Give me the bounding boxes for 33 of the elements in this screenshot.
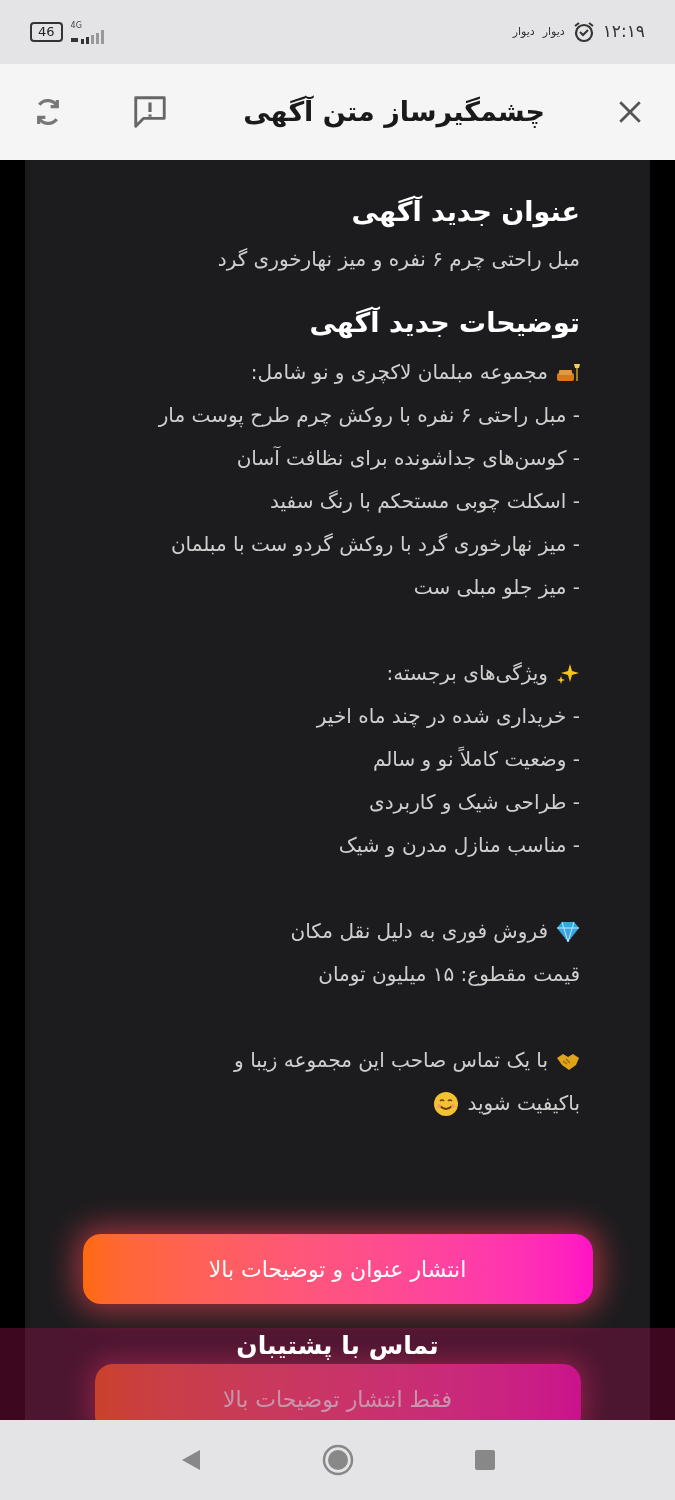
battery-indicator: 46 bbox=[30, 22, 63, 42]
description-line: - میز جلو مبلی ست bbox=[412, 574, 580, 601]
description-line: - طراحی شیک و کاربردی bbox=[368, 789, 580, 816]
description-line: مجموعه مبلمان لاکچری و نو شامل: bbox=[250, 359, 548, 386]
description-line: فروش فوری به دلیل نقل مکان bbox=[290, 918, 548, 945]
network-label: 4G bbox=[70, 20, 82, 30]
description-line: با یک تماس صاحب این مجموعه زیبا و bbox=[234, 1047, 548, 1074]
notification-label: دیوار bbox=[512, 23, 535, 40]
description-line: - مبل راحتی ۶ نفره با روکش چرم طرح پوست مار bbox=[157, 402, 580, 430]
alarm-icon bbox=[572, 21, 595, 43]
section-heading: عنوان جدید آگهی bbox=[350, 194, 580, 230]
gem-icon bbox=[556, 920, 580, 943]
recents-button[interactable] bbox=[473, 1449, 496, 1471]
publish-both-button[interactable]: انتشار عنوان و توضیحات بالا bbox=[82, 1234, 593, 1304]
publish-description-button[interactable]: فقط انتشار توضیحات بالا bbox=[94, 1364, 581, 1420]
page-title: چشمگیرساز متن آگهی bbox=[242, 94, 546, 130]
description-line: - وضعیت کاملاً نو و سالم bbox=[371, 745, 580, 773]
description-line: - مناسب منازل مدرن و شیک bbox=[337, 832, 580, 859]
description-line: قیمت مقطوع: ۱۵ میلیون تومان bbox=[317, 961, 580, 988]
home-button[interactable] bbox=[321, 1444, 354, 1476]
section-heading: توضیحات جدید آگهی bbox=[308, 305, 580, 341]
description-line: - خریداری شده در چند ماه اخیر bbox=[315, 703, 580, 730]
description-line: ویژگی‌های برجسته: bbox=[386, 660, 548, 687]
description-line: باکیفیت شوید bbox=[467, 1090, 580, 1117]
description-line: - میز نهارخوری گرد با روکش گردو ست با مبلمان bbox=[169, 531, 580, 558]
description-line: - اسکلت چوبی مستحکم با رنگ سفید bbox=[269, 488, 580, 515]
couch-icon bbox=[556, 361, 580, 384]
notification-label: دیوار bbox=[542, 23, 565, 40]
smiling-face-icon bbox=[433, 1090, 460, 1117]
description-line: - کوسن‌های جداشونده برای نظافت آسان bbox=[235, 445, 580, 472]
ad-title-text: مبل راحتی چرم ۶ نفره و میز نهارخوری گرد bbox=[216, 246, 580, 273]
clock-time: ۱۲:۱۹ bbox=[602, 20, 645, 44]
support-label: تماس با پشتیبان bbox=[236, 1330, 439, 1362]
